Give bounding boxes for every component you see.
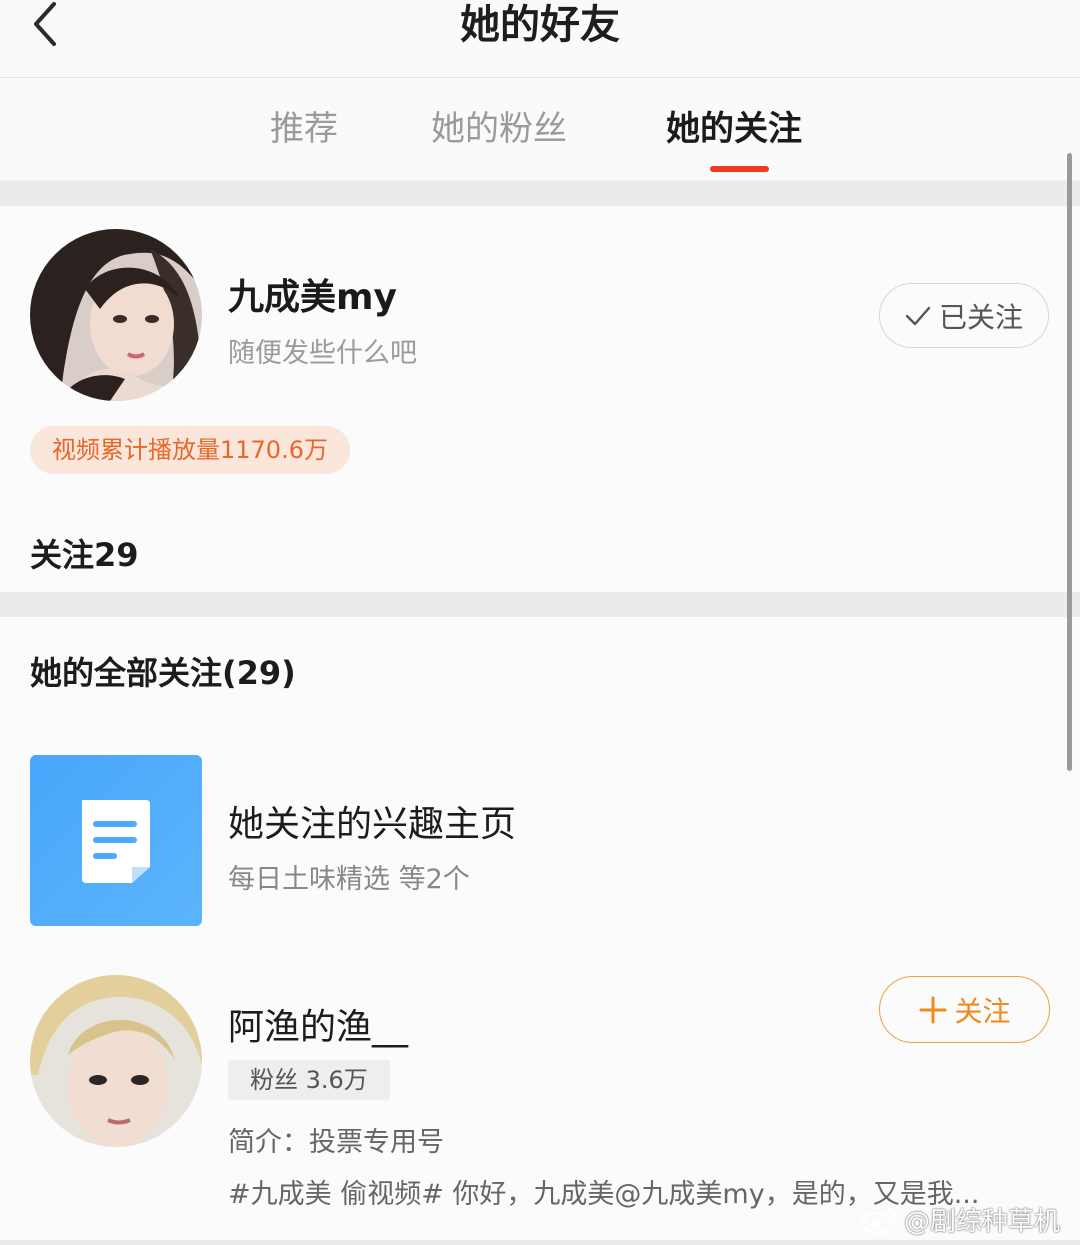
top-bar: 她的好友 <box>0 0 1080 78</box>
followed-button[interactable]: 已关注 <box>879 283 1049 348</box>
tab-her-following[interactable]: 她的关注 <box>666 106 802 152</box>
document-icon <box>82 800 150 883</box>
plus-icon <box>919 996 947 1023</box>
avatar[interactable] <box>30 975 202 1147</box>
page-title: 她的好友 <box>460 2 620 48</box>
weibo-eye-icon <box>861 1207 898 1234</box>
tab-bar: 推荐 她的粉丝 她的关注 <box>0 78 1080 180</box>
active-tab-indicator <box>710 166 769 172</box>
interest-page-thumbnail[interactable] <box>30 755 202 926</box>
user-avatar-image <box>30 975 202 1147</box>
fans-count-badge: 粉丝 3.6万 <box>228 1060 390 1100</box>
follow-button[interactable]: 关注 <box>879 976 1050 1043</box>
section-divider <box>0 592 1080 617</box>
scrollbar[interactable] <box>1067 153 1072 771</box>
profile-name[interactable]: 九成美my <box>228 268 397 320</box>
tab-her-fans[interactable]: 她的粉丝 <box>431 106 567 152</box>
profile-bio: 随便发些什么吧 <box>228 338 417 369</box>
interest-page-subtitle: 每日土味精选 等2个 <box>228 864 470 895</box>
following-count[interactable]: 关注29 <box>30 530 139 576</box>
follow-button-label: 关注 <box>954 994 1011 1028</box>
watermark: @剧综种草机 <box>860 1201 1060 1238</box>
check-icon <box>905 306 931 325</box>
following-list <box>0 617 1080 1241</box>
play-count-badge: 视频累计播放量1170.6万 <box>30 426 350 474</box>
interest-page-title[interactable]: 她关注的兴趣主页 <box>228 795 516 847</box>
avatar[interactable] <box>30 229 202 401</box>
profile-avatar-image <box>30 229 202 401</box>
user-name[interactable]: 阿渔的渔__ <box>228 998 408 1050</box>
tab-recommend[interactable]: 推荐 <box>270 106 338 152</box>
followed-button-label: 已关注 <box>938 300 1023 334</box>
section-divider <box>0 1240 1080 1245</box>
section-divider <box>0 181 1080 206</box>
following-list-title: 她的全部关注(29) <box>30 654 296 692</box>
watermark-text: @剧综种草机 <box>904 1207 1061 1237</box>
user-intro: 简介：投票专用号 <box>228 1127 444 1158</box>
